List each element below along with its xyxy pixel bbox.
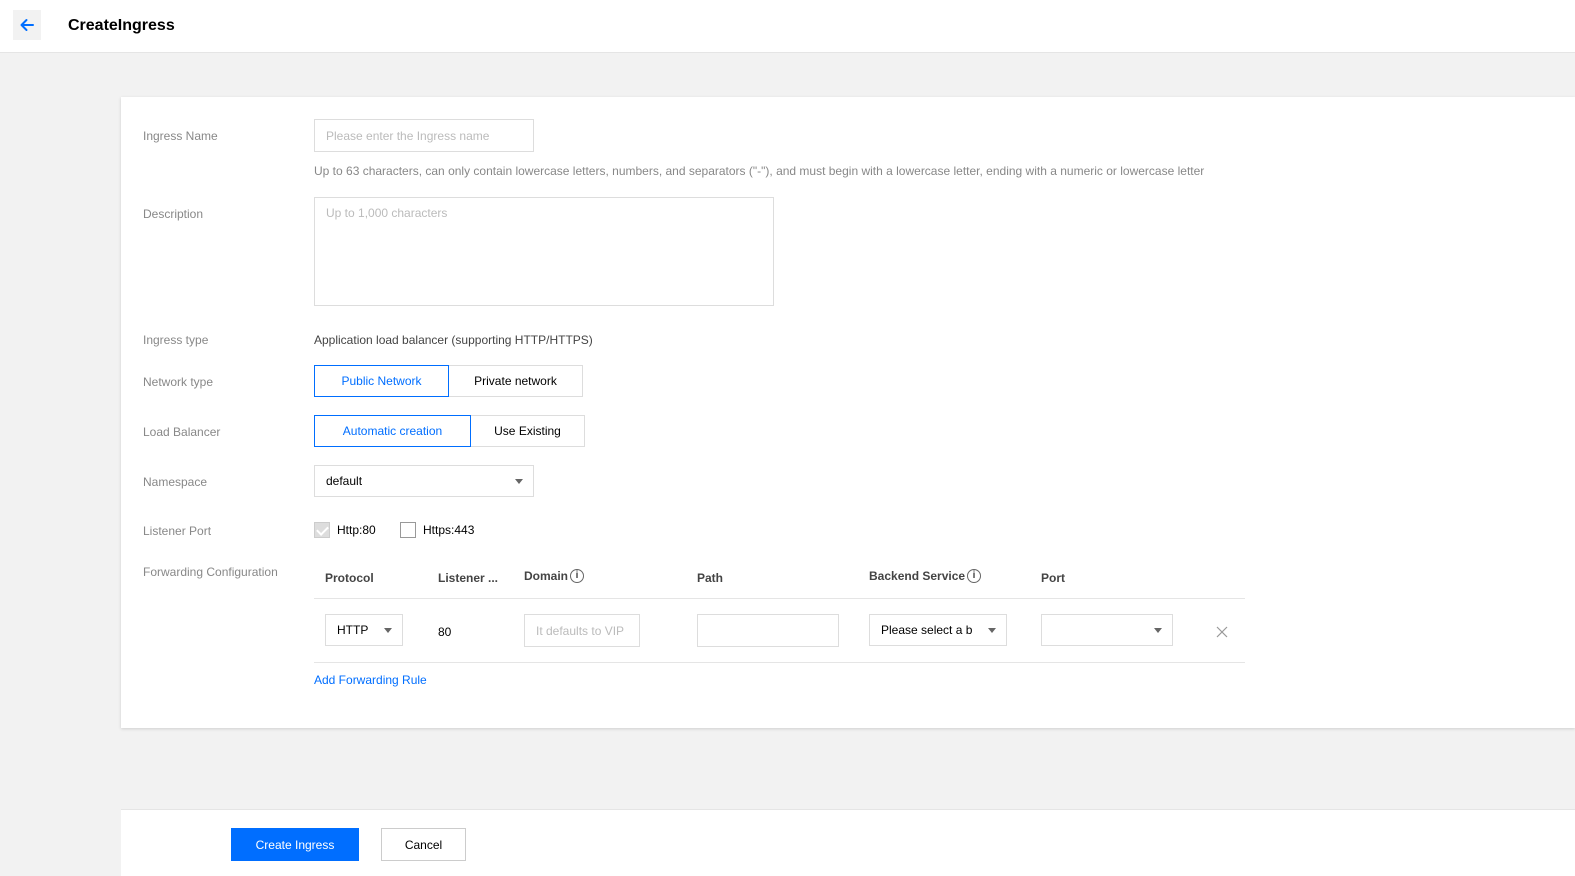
chevron-down-icon xyxy=(515,479,523,484)
table-row-divider xyxy=(314,662,1245,663)
load-balancer-label: Load Balancer xyxy=(143,425,221,439)
load-balancer-existing-button[interactable]: Use Existing xyxy=(470,415,585,447)
ingress-type-value: Application load balancer (supporting HT… xyxy=(314,333,593,347)
table-divider xyxy=(314,598,1245,599)
namespace-select[interactable]: default xyxy=(314,465,534,497)
back-button[interactable] xyxy=(13,10,41,40)
column-path: Path xyxy=(697,571,724,585)
ingress-name-hint: Up to 63 characters, can only contain lo… xyxy=(314,164,1205,178)
network-type-private-button[interactable]: Private network xyxy=(448,365,583,397)
port-select[interactable] xyxy=(1041,614,1173,646)
ingress-type-label: Ingress type xyxy=(143,333,209,347)
network-type-public-button[interactable]: Public Network xyxy=(314,365,449,397)
page-title: CreateIngress xyxy=(68,17,175,34)
https-443-label: Https:443 xyxy=(423,523,475,537)
listener-port-value: 80 xyxy=(438,625,452,639)
top-bar: CreateIngress xyxy=(0,0,1575,53)
load-balancer-automatic-button[interactable]: Automatic creation xyxy=(314,415,471,447)
create-ingress-button[interactable]: Create Ingress xyxy=(231,828,359,861)
namespace-value: default xyxy=(326,474,363,488)
column-domain: Domain i xyxy=(524,569,585,583)
http-80-label: Http:80 xyxy=(337,523,376,537)
column-protocol: Protocol xyxy=(325,571,374,585)
add-forwarding-rule-link[interactable]: Add Forwarding Rule xyxy=(314,673,427,687)
close-icon[interactable] xyxy=(1215,625,1229,639)
ingress-name-input[interactable] xyxy=(314,119,534,152)
namespace-label: Namespace xyxy=(143,475,208,489)
backend-service-select[interactable]: Please select a b xyxy=(869,614,1007,646)
checkmark-icon xyxy=(314,522,330,538)
http-80-checkbox[interactable]: Http:80 xyxy=(314,522,376,538)
arrow-left-icon xyxy=(20,19,34,31)
cancel-button[interactable]: Cancel xyxy=(381,828,466,861)
column-backend-service-label: Backend Service xyxy=(869,569,966,583)
chevron-down-icon xyxy=(1154,628,1162,633)
backend-service-value: Please select a b xyxy=(881,623,973,637)
https-443-checkbox[interactable]: Https:443 xyxy=(400,522,474,538)
network-type-label: Network type xyxy=(143,375,214,389)
column-port: Port xyxy=(1041,571,1065,585)
description-label: Description xyxy=(143,207,204,221)
info-icon[interactable]: i xyxy=(570,569,585,583)
checkbox-box xyxy=(400,522,416,538)
domain-input[interactable] xyxy=(524,614,640,647)
description-textarea[interactable] xyxy=(314,197,774,306)
footer-bar: Create Ingress Cancel xyxy=(121,809,1575,876)
protocol-select[interactable]: HTTP xyxy=(325,614,403,646)
column-backend-service: Backend Service i xyxy=(869,569,982,583)
column-listener-port: Listener ... xyxy=(438,571,499,585)
form-card: Ingress Name Up to 63 characters, can on… xyxy=(121,97,1575,728)
listener-port-label: Listener Port xyxy=(143,524,212,538)
ingress-name-label: Ingress Name xyxy=(143,129,218,143)
chevron-down-icon xyxy=(988,628,996,633)
protocol-value: HTTP xyxy=(337,623,369,637)
info-icon[interactable]: i xyxy=(967,569,982,583)
forwarding-label: Forwarding Configuration xyxy=(143,565,278,579)
column-domain-label: Domain xyxy=(524,569,569,583)
path-input[interactable] xyxy=(697,614,839,647)
chevron-down-icon xyxy=(384,628,392,633)
